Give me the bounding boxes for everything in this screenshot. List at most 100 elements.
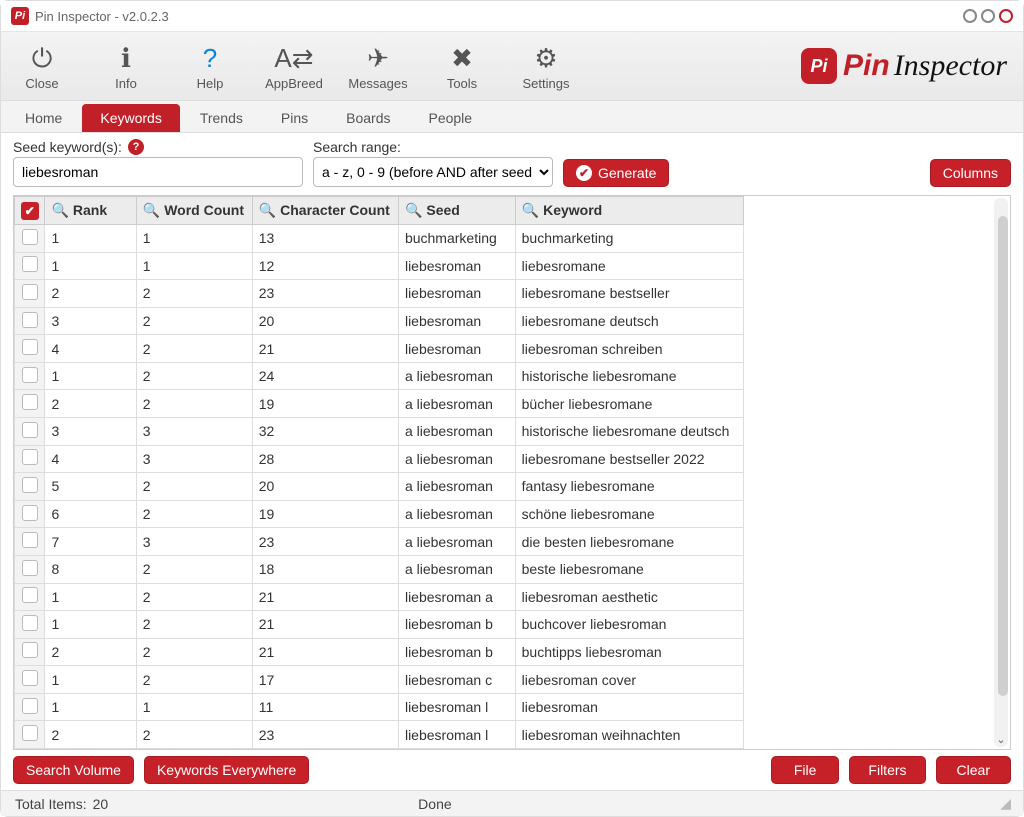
seed-input[interactable] [13,157,303,187]
help-icon: ? [203,42,217,74]
select-all-checkbox[interactable]: ✔ [21,202,39,220]
cell: beste liebesromane [515,555,743,583]
row-checkbox[interactable] [22,670,38,686]
table-row[interactable]: 1221liebesroman bbuchcover liebesroman [15,611,744,639]
ribbon-tools[interactable]: ✖Tools [429,36,495,96]
cell: 23 [252,528,398,556]
row-checkbox[interactable] [22,256,38,272]
table-row[interactable]: 4328a liebesromanliebesromane bestseller… [15,445,744,473]
cell: 1 [136,252,252,280]
row-checkbox[interactable] [22,505,38,521]
scrollbar-thumb[interactable] [998,216,1008,696]
row-checkbox[interactable] [22,339,38,355]
ribbon-settings[interactable]: ⚙Settings [513,36,579,96]
table-row[interactable]: 1221liebesroman aliebesroman aesthetic [15,583,744,611]
search-icon: 🔍 [405,202,422,218]
row-checkbox[interactable] [22,615,38,631]
brand-badge: Pi [801,48,837,84]
settings-icon: ⚙ [534,42,557,74]
file-button[interactable]: File [771,756,840,784]
row-checkbox[interactable] [22,284,38,300]
ribbon-messages[interactable]: ✈Messages [345,36,411,96]
results-area: ✔ 🔍Rank 🔍Word Count 🔍Character Count 🔍Se… [1,195,1023,750]
table-row[interactable]: 2223 liebesromanliebesromane bestseller [15,280,744,308]
row-checkbox[interactable] [22,642,38,658]
row-checkbox[interactable] [22,560,38,576]
ribbon-info[interactable]: ℹInfo [93,36,159,96]
filters-button[interactable]: Filters [849,756,925,784]
row-checkbox[interactable] [22,725,38,741]
tab-trends[interactable]: Trends [182,104,261,132]
table-row[interactable]: 1111liebesroman lliebesroman [15,693,744,721]
cell: a liebesroman [398,555,515,583]
table-row[interactable]: 3220 liebesromanliebesromane deutsch [15,307,744,335]
header-keyword[interactable]: Keyword [543,202,602,218]
tab-pins[interactable]: Pins [263,104,326,132]
header-rank[interactable]: Rank [73,202,107,218]
table-row[interactable]: 2221liebesroman bbuchtipps liebesroman [15,638,744,666]
table-row[interactable]: 1224a liebesromanhistorische liebesroman… [15,362,744,390]
row-checkbox[interactable] [22,394,38,410]
table-row[interactable]: 2219a liebesromanbücher liebesromane [15,390,744,418]
cell: 2 [136,280,252,308]
row-checkbox[interactable] [22,698,38,714]
tab-boards[interactable]: Boards [328,104,408,132]
ribbon-label: Tools [447,76,477,91]
cell: 1 [45,611,136,639]
clear-button[interactable]: Clear [936,756,1011,784]
search-volume-button[interactable]: Search Volume [13,756,134,784]
close-icon[interactable] [999,9,1013,23]
row-checkbox[interactable] [22,367,38,383]
header-word-count[interactable]: Word Count [164,202,244,218]
generate-button[interactable]: ✔ Generate [563,159,669,187]
tab-keywords[interactable]: Keywords [82,104,179,132]
table-row[interactable]: 6219a liebesromanschöne liebesromane [15,500,744,528]
table-row[interactable]: 5220a liebesromanfantasy liebesromane [15,473,744,501]
cell: 2 [136,390,252,418]
row-checkbox[interactable] [22,229,38,245]
cell: liebesroman b [398,611,515,639]
keywords-everywhere-button[interactable]: Keywords Everywhere [144,756,309,784]
row-checkbox[interactable] [22,477,38,493]
table-row[interactable]: 1113buchmarketingbuchmarketing [15,225,744,253]
tab-people[interactable]: People [410,104,490,132]
header-char-count[interactable]: Character Count [280,202,390,218]
row-checkbox[interactable] [22,532,38,548]
help-icon[interactable]: ? [128,139,144,155]
cell: 2 [136,473,252,501]
cell: liebesroman [515,693,743,721]
table-row[interactable]: 8218a liebesromanbeste liebesromane [15,555,744,583]
ribbon-close[interactable]: ⏻Close [9,36,75,96]
row-checkbox[interactable] [22,422,38,438]
table-row[interactable]: 1217liebesroman cliebesroman cover [15,666,744,694]
brand-inspector: Inspector [894,49,1007,83]
cell: a liebesroman [398,362,515,390]
search-range-select[interactable]: a - z, 0 - 9 (before AND after seed [313,157,553,187]
table-row[interactable]: 1112 liebesromanliebesromane [15,252,744,280]
row-checkbox[interactable] [22,312,38,328]
cell: liebesroman b [398,638,515,666]
cell: 8 [45,555,136,583]
cell: liebesroman [398,335,515,363]
row-checkbox[interactable] [22,449,38,465]
minimize-icon[interactable] [963,9,977,23]
table-row[interactable]: 7323a liebesromandie besten liebesromane [15,528,744,556]
cell: schöne liebesromane [515,500,743,528]
cell: liebesroman c [398,666,515,694]
columns-button[interactable]: Columns [930,159,1011,187]
tab-home[interactable]: Home [7,104,80,132]
cell: 6 [45,500,136,528]
resize-grip-icon[interactable]: ◢ [1000,795,1009,812]
ribbon-appbreed[interactable]: A⇄AppBreed [261,36,327,96]
cell: 2 [136,721,252,749]
table-row[interactable]: 3332a liebesromanhistorische liebesroman… [15,418,744,446]
row-checkbox[interactable] [22,587,38,603]
header-seed[interactable]: Seed [426,202,459,218]
scroll-down-icon[interactable]: ⌄ [994,733,1008,747]
table-row[interactable]: 4221 liebesromanliebesroman schreiben [15,335,744,363]
table-row[interactable]: 2223liebesroman lliebesroman weihnachten [15,721,744,749]
cell: 12 [252,252,398,280]
ribbon-help[interactable]: ?Help [177,36,243,96]
maximize-icon[interactable] [981,9,995,23]
cell: fantasy liebesromane [515,473,743,501]
